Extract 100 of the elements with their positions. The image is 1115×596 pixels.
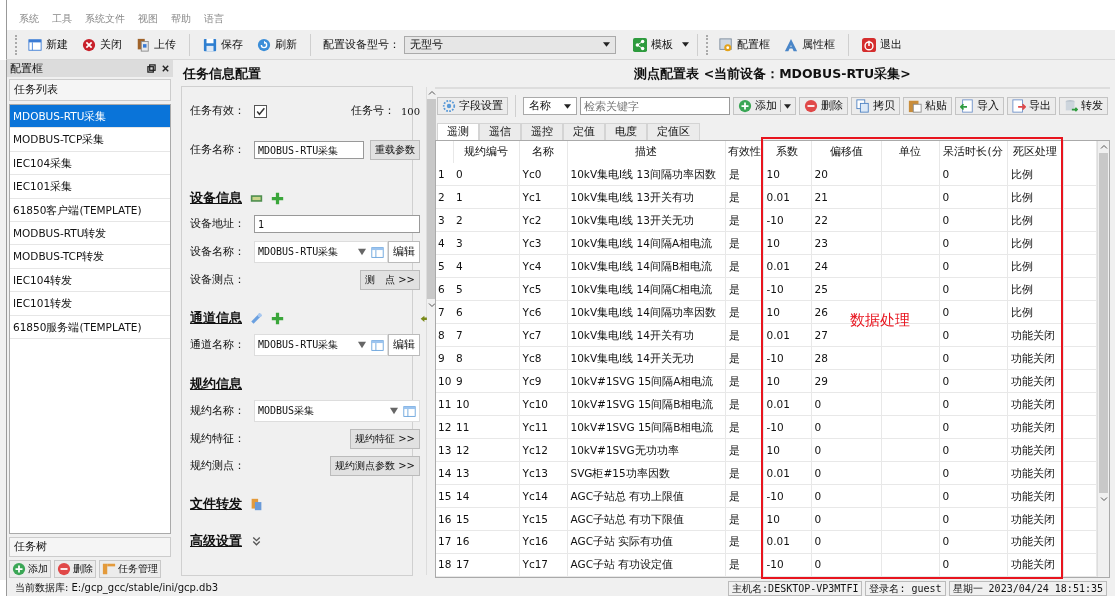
table-cell: AGC子站 实际有功值 <box>567 530 725 554</box>
toolbar-button[interactable]: 配置框 <box>714 35 775 54</box>
template-button[interactable]: 模板 <box>628 35 678 54</box>
tab[interactable]: 电度 <box>605 123 647 140</box>
caret-up-icon[interactable] <box>427 90 436 96</box>
table-cell: Yc0 <box>519 163 567 186</box>
field-settings-button[interactable]: 字段设置 <box>437 97 508 115</box>
task-item[interactable]: MODBUS-TCP转发 <box>10 245 170 269</box>
tab[interactable]: 定值 <box>563 123 605 140</box>
column-header[interactable]: 单位 <box>881 141 939 163</box>
table-cell: 0 <box>811 461 881 485</box>
table-cell: Yc2 <box>519 208 567 232</box>
table-cell: 0 <box>811 438 881 462</box>
section-heading[interactable]: 通道信息 <box>190 309 242 327</box>
edit-button[interactable]: 编辑 <box>388 241 420 263</box>
table-cell: Yc8 <box>519 346 567 370</box>
column-header[interactable]: 系数 <box>763 141 811 163</box>
caret-up-icon[interactable] <box>1099 144 1108 150</box>
row-number: 10 <box>436 369 453 393</box>
menu-item[interactable]: 系统文件 <box>85 12 125 28</box>
scrollbar[interactable] <box>1097 141 1109 577</box>
close-icon[interactable] <box>161 64 170 73</box>
details-button[interactable]: 规约测点参数 >> <box>330 456 420 476</box>
task-item[interactable]: MODBUS-TCP采集 <box>10 128 170 152</box>
task-name-field[interactable]: MDOBUS-RTU采集 <box>254 141 364 159</box>
column-header[interactable]: 偏移值 <box>811 141 881 163</box>
toolbar-button[interactable]: 拷贝 <box>851 97 900 115</box>
toolbar-button[interactable]: 导入 <box>955 97 1004 115</box>
caret-down-icon[interactable] <box>427 302 436 308</box>
menu-item[interactable]: 工具 <box>52 12 72 28</box>
dropdown[interactable]: MDOBUS-RTU采集 <box>254 241 388 263</box>
table-cell: 是 <box>725 438 763 462</box>
details-button[interactable]: 规约特征 >> <box>350 429 420 449</box>
column-header[interactable]: 规约编号 <box>453 141 519 163</box>
task-item[interactable]: IEC101转发 <box>10 292 170 316</box>
float-icon[interactable] <box>147 64 156 73</box>
task-item[interactable]: IEC101采集 <box>10 175 170 199</box>
dock-button[interactable]: 删除 <box>54 560 96 578</box>
table-cell: 功能关闭 <box>1007 415 1063 439</box>
table-cell: Yc4 <box>519 254 567 278</box>
section-heading[interactable]: 高级设置 <box>190 532 242 550</box>
reload-button[interactable]: 重载参数 <box>370 140 420 160</box>
toolbar-button[interactable]: 关闭 <box>77 35 127 54</box>
table-cell: 9 <box>453 369 519 393</box>
table-cell: 比例 <box>1007 300 1063 324</box>
toolbar-button[interactable]: 转发 <box>1059 97 1108 115</box>
toolbar-button[interactable]: 保存 <box>198 35 248 54</box>
column-header[interactable]: 死区处理 <box>1007 141 1063 163</box>
add-icon <box>12 562 26 576</box>
toolbar-button[interactable]: 属性框 <box>779 35 840 54</box>
task-item[interactable]: IEC104转发 <box>10 268 170 293</box>
toolbar-button[interactable]: 添加 <box>733 97 796 115</box>
task-item[interactable]: 61850服务端(TEMPLATE) <box>10 315 170 339</box>
toolbar-button[interactable]: 新建 <box>23 35 73 54</box>
column-header[interactable]: 呆活时长(分 <box>939 141 1007 163</box>
caret-down-icon[interactable] <box>1099 496 1108 502</box>
search-field[interactable]: 检索关键字 <box>580 97 730 115</box>
details-button[interactable]: 测 点 >> <box>360 270 420 290</box>
task-item[interactable]: IEC104采集 <box>10 151 170 176</box>
column-header[interactable]: 有效性 <box>725 141 763 163</box>
task-item[interactable]: MDOBUS-RTU采集 <box>10 105 170 129</box>
device-type-dropdown[interactable]: 无型号 <box>404 35 616 54</box>
dropdown[interactable]: MDOBUS-RTU采集 <box>254 334 388 356</box>
dropdown[interactable]: MODBUS采集 <box>254 400 420 422</box>
menu-item[interactable]: 系统 <box>19 12 39 28</box>
dock-button[interactable]: 添加 <box>9 560 51 578</box>
toolbar-button[interactable]: 上传 <box>131 35 181 54</box>
section-heading[interactable]: 文件转发 <box>190 495 242 513</box>
table-cell: 0 <box>811 484 881 508</box>
dock-button[interactable]: 任务管理 <box>99 560 161 578</box>
toolbar-button[interactable]: 导出 <box>1007 97 1056 115</box>
section-heading[interactable]: 规约信息 <box>190 375 242 393</box>
tab[interactable]: 遥测 <box>437 123 479 140</box>
tab[interactable]: 遥信 <box>479 123 521 140</box>
table-cell: 0 <box>939 484 1007 508</box>
task-item[interactable]: MODBUS-RTU转发 <box>10 221 170 246</box>
plus-icon[interactable] <box>271 311 284 325</box>
toolbar-button[interactable]: 刷新 <box>252 35 302 54</box>
tab[interactable]: 定值区 <box>647 123 700 140</box>
enabled-checkbox[interactable] <box>254 104 267 118</box>
toolbar-button[interactable]: 粘贴 <box>903 97 952 115</box>
input-field[interactable]: 1 <box>254 215 420 233</box>
table-cell: -10 <box>763 484 811 508</box>
tab[interactable]: 遥控 <box>521 123 563 140</box>
task-item[interactable]: 61850客户端(TEMPLATE) <box>10 198 170 222</box>
edit-button[interactable]: 编辑 <box>388 334 420 356</box>
field-dropdown[interactable]: 名称 <box>523 97 577 115</box>
column-header[interactable]: 名称 <box>519 141 567 163</box>
row-number: 5 <box>436 254 453 278</box>
menu-item[interactable]: 帮助 <box>171 12 191 28</box>
table-cell: 10 <box>763 369 811 393</box>
column-header[interactable]: 描述 <box>567 141 725 163</box>
tree-tab[interactable]: 任务树 <box>9 537 171 557</box>
toolbar-button[interactable]: 退出 <box>857 35 907 54</box>
menu-item[interactable]: 视图 <box>138 12 158 28</box>
plus-icon[interactable] <box>271 191 284 205</box>
toolbar-button[interactable]: 删除 <box>799 97 848 115</box>
menu-item[interactable]: 语言 <box>204 12 224 28</box>
export-icon <box>1012 99 1026 113</box>
section-heading[interactable]: 设备信息 <box>190 189 242 207</box>
